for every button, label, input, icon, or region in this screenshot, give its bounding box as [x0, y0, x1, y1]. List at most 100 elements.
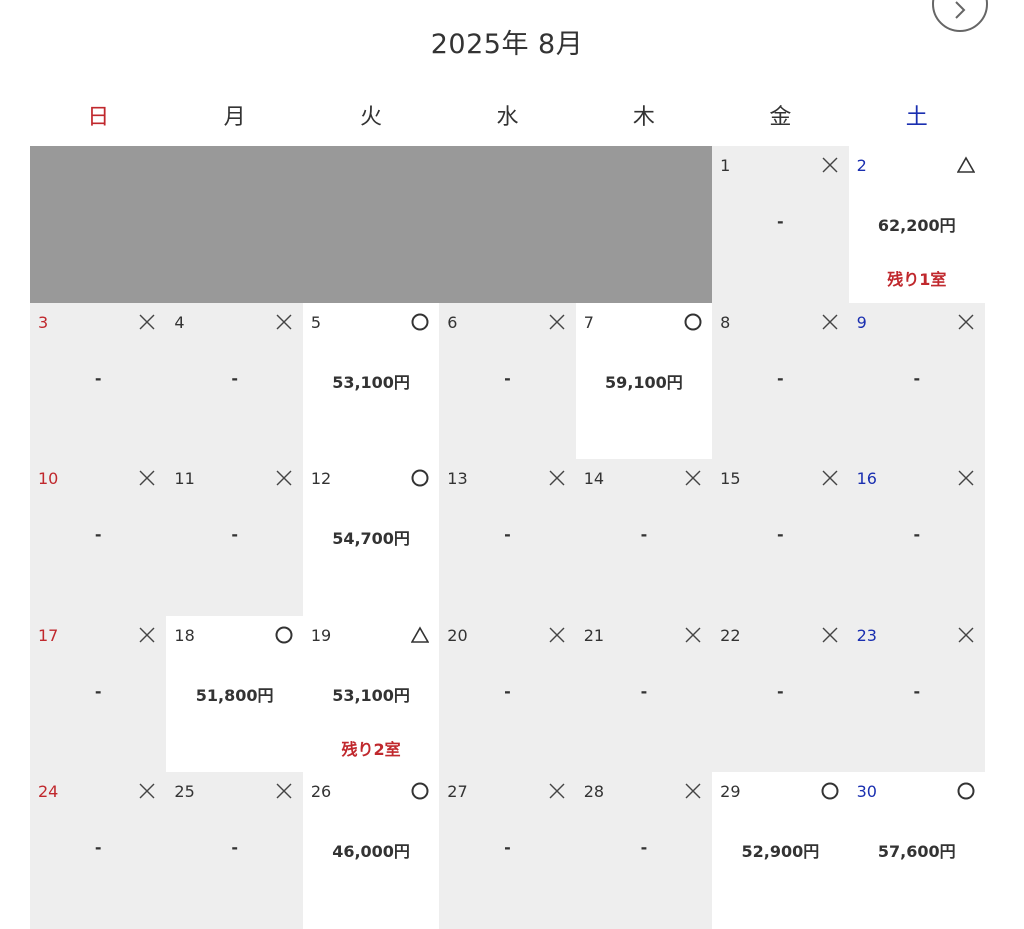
weekday-friday: 金	[769, 105, 792, 130]
calendar-day-cell[interactable]: 12 54,700円	[302, 459, 440, 616]
cross-icon	[822, 314, 838, 329]
day-number: 17	[38, 625, 59, 645]
day-number: 9	[856, 312, 867, 332]
day-price: -	[94, 368, 102, 388]
day-price: -	[504, 368, 511, 388]
calendar-day-cell: 10 -	[30, 459, 167, 616]
weekday-saturday: 土	[905, 105, 928, 130]
calendar-day-cell: 16 -	[848, 459, 985, 616]
cross-icon	[139, 783, 155, 799]
cross-icon	[822, 470, 838, 486]
day-number: 24	[38, 782, 59, 801]
day-number: 27	[447, 782, 468, 801]
day-price: -	[640, 838, 648, 857]
day-price: -	[777, 368, 784, 388]
calendar-day-cell: 14 -	[575, 459, 713, 616]
day-number: 2	[856, 156, 867, 175]
calendar-day-cell: 28 -	[575, 772, 713, 929]
circle-icon	[957, 782, 975, 800]
day-number: 4	[174, 312, 185, 332]
day-number: 10	[38, 469, 59, 488]
day-number: 22	[720, 625, 741, 645]
cross-icon	[822, 157, 838, 173]
calendar-day-cell[interactable]: 26 46,000円	[302, 772, 440, 929]
calendar-day-cell: 1-	[712, 146, 849, 303]
day-number: 21	[583, 625, 605, 645]
day-price: 57,600円	[877, 842, 956, 861]
triangle-icon	[957, 156, 975, 173]
day-number: 7	[583, 312, 594, 332]
day-number: 16	[856, 469, 877, 488]
cross-icon	[276, 470, 292, 486]
cross-icon	[549, 314, 565, 329]
day-number: 19	[310, 625, 332, 645]
day-price: -	[913, 681, 921, 701]
calendar-day-cell[interactable]: 19 53,100円 残り2室	[302, 615, 440, 772]
circle-icon	[411, 469, 429, 487]
day-price: 59,100円	[605, 372, 683, 392]
day-number: 25	[174, 782, 195, 801]
calendar-day-cell[interactable]: 30 57,600円	[848, 772, 985, 929]
calendar-grid: 1-2 62,200円 残り1室 3-4-5 53,100円 6-7 59,100円 8-9-…	[30, 146, 985, 929]
day-price: 53,100円	[332, 685, 410, 705]
day-price: -	[504, 681, 511, 701]
cross-icon	[822, 627, 838, 642]
day-number: 18	[174, 625, 195, 645]
day-number: 5	[310, 312, 322, 332]
day-price: 54,700円	[332, 529, 410, 548]
cross-icon	[685, 627, 701, 642]
cross-icon	[685, 783, 701, 799]
day-number: 29	[720, 782, 741, 801]
cross-icon	[685, 470, 701, 486]
cross-icon	[549, 470, 565, 486]
calendar-day-cell: 15 -	[712, 459, 849, 616]
day-price: -	[777, 681, 784, 701]
day-number: 30	[856, 782, 877, 801]
day-price: -	[231, 838, 238, 857]
triangle-icon	[411, 625, 430, 643]
day-number: 13	[447, 469, 468, 488]
cross-icon	[276, 314, 292, 329]
cross-icon	[958, 627, 974, 642]
day-price: -	[640, 681, 648, 701]
calendar-day-cell[interactable]: 7 59,100円	[575, 302, 713, 459]
calendar-day-cell: 4-	[166, 302, 303, 459]
day-number: 1	[720, 156, 731, 175]
weekday-wednesday: 水	[496, 105, 519, 130]
calendar-day-cell[interactable]: 2 62,200円 残り1室	[848, 146, 985, 303]
rooms-remaining: 残り1室	[887, 270, 947, 289]
calendar-header: 2025年 8月	[0, 0, 1024, 90]
cross-icon	[139, 627, 155, 642]
calendar-day-cell[interactable]: 5 53,100円	[302, 302, 440, 459]
calendar-day-cell[interactable]: 29 52,900円	[712, 772, 849, 929]
day-number: 12	[310, 469, 332, 488]
day-number: 26	[310, 782, 332, 801]
day-number: 8	[720, 312, 731, 332]
day-price: -	[913, 368, 921, 388]
cross-icon	[549, 783, 565, 799]
cross-icon	[139, 314, 155, 329]
cross-icon	[276, 783, 292, 799]
circle-icon	[411, 313, 429, 330]
calendar-day-cell: 21 -	[575, 615, 713, 772]
day-price: 53,100円	[332, 372, 410, 392]
day-number: 11	[174, 469, 195, 488]
day-price: -	[913, 525, 921, 544]
calendar-day-cell[interactable]: 18 51,800円	[166, 615, 303, 772]
calendar-day-cell: 11 -	[166, 459, 303, 616]
day-price: 62,200円	[877, 216, 956, 235]
day-price: -	[777, 212, 784, 231]
weekday-monday: 月	[223, 105, 246, 130]
calendar-day-cell: 9-	[848, 302, 985, 459]
day-number: 28	[583, 782, 605, 801]
chevron-right-icon	[955, 1, 966, 19]
day-price: -	[777, 525, 784, 544]
circle-icon	[821, 782, 839, 800]
day-price: 46,000円	[332, 842, 410, 861]
day-number: 23	[856, 625, 877, 645]
weekday-sunday: 日	[87, 105, 110, 130]
day-number: 6	[447, 312, 458, 332]
calendar-day-cell: 6-	[439, 302, 576, 459]
day-price: -	[231, 525, 238, 544]
calendar-day-cell: 22 -	[712, 615, 849, 772]
